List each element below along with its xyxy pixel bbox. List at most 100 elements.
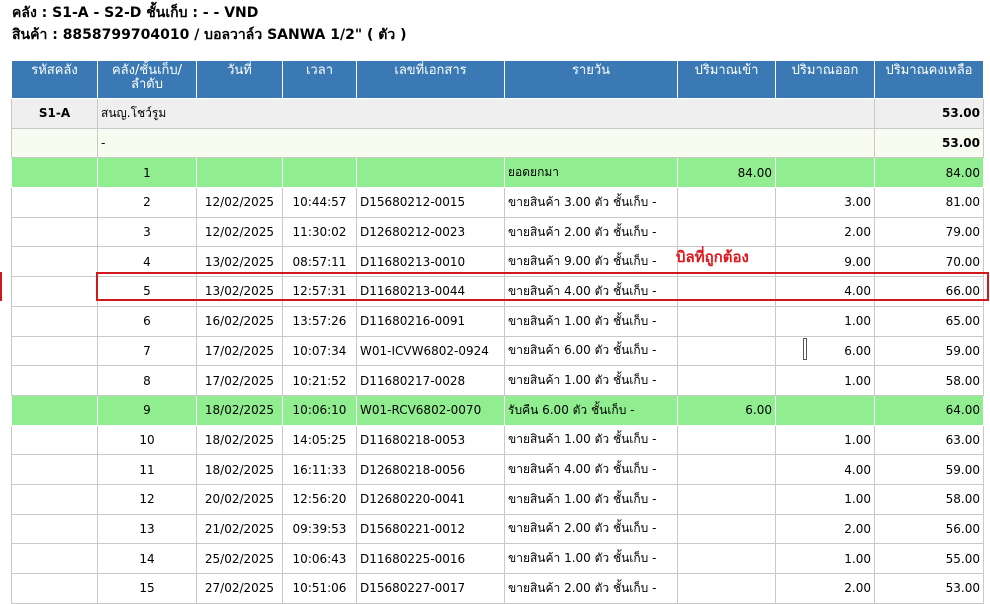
cell-seq: 9 — [97, 394, 197, 426]
subgroup-row: - 53.00 — [11, 127, 984, 159]
correct-bill-annotation: บิลที่ถูกต้อง — [676, 248, 749, 266]
subgroup-label: - — [97, 127, 875, 159]
cell-doc: D15680221-0012 — [356, 513, 505, 545]
col-qty-in[interactable]: ปริมาณเข้า — [677, 60, 776, 99]
cell-in — [677, 543, 776, 574]
table-row[interactable]: 1 ยอดยกมา 84.00 84.00 — [11, 157, 984, 189]
cell-desc: ขายสินค้า 9.00 ตัว ชั้นเก็บ - — [504, 246, 678, 278]
cell-time: 10:06:43 — [282, 543, 357, 574]
table-row[interactable]: 7 17/02/2025 10:07:34 W01-ICVW6802-0924 ขายส… — [11, 335, 984, 367]
cell-in — [677, 335, 776, 367]
warehouse-header: คลัง : S1-A - S2-D ชั้นเก็บ : - - VND — [12, 5, 259, 21]
table-row[interactable]: 4 13/02/2025 08:57:11 D11680213-0010 ขายสินค… — [11, 246, 984, 278]
cell-bal: 59.00 — [874, 335, 984, 367]
cell-date: 18/02/2025 — [196, 424, 283, 456]
cell-out: 2.00 — [775, 513, 875, 545]
cell-bal: 58.00 — [874, 365, 984, 396]
cell-date: 27/02/2025 — [196, 573, 283, 604]
table-row[interactable]: 8 17/02/2025 10:21:52 D11680217-0028 ขายสินค… — [11, 365, 984, 396]
col-time[interactable]: เวลา — [282, 60, 357, 99]
table-row[interactable]: 11 18/02/2025 16:11:33 D12680218-0056 ขายสิน… — [11, 454, 984, 485]
stock-card-table: รหัสคลัง คลัง/ชั้นเก็บ/ ลำดับ วันที่ เวล… — [11, 60, 984, 604]
cell-doc: W01-RCV6802-0070 — [356, 394, 505, 426]
table-row[interactable]: 13 21/02/2025 09:39:53 D15680221-0012 ขายสิน… — [11, 513, 984, 545]
cell-desc: ยอดยกมา — [504, 157, 678, 189]
col-qty-out[interactable]: ปริมาณออก — [775, 60, 875, 99]
cell-doc: D15680212-0015 — [356, 187, 505, 218]
cell-out: 1.00 — [775, 305, 875, 337]
cell-desc: ขายสินค้า 1.00 ตัว ชั้นเก็บ - — [504, 424, 678, 456]
cell-out: 2.00 — [775, 573, 875, 604]
col-warehouse-code[interactable]: รหัสคลัง — [11, 60, 98, 99]
cell-date: 13/02/2025 — [196, 276, 283, 307]
table-row[interactable]: 5 13/02/2025 12:57:31 D11680213-0044 ขายสินค… — [11, 276, 984, 307]
cell-doc: D11680217-0028 — [356, 365, 505, 396]
table-header-row: รหัสคลัง คลัง/ชั้นเก็บ/ ลำดับ วันที่ เวล… — [11, 60, 984, 99]
cell-bal: 56.00 — [874, 513, 984, 545]
subgroup-blank — [11, 127, 98, 159]
cell-in — [677, 424, 776, 456]
cell-bal: 63.00 — [874, 424, 984, 456]
cell-seq: 12 — [97, 483, 197, 515]
cell-blank — [11, 573, 98, 604]
table-row[interactable]: 12 20/02/2025 12:56:20 D12680220-0041 ขายสิน… — [11, 483, 984, 515]
cell-blank — [11, 424, 98, 456]
cell-desc: ขายสินค้า 3.00 ตัว ชั้นเก็บ - — [504, 187, 678, 218]
col-document-no[interactable]: เลขที่เอกสาร — [356, 60, 505, 99]
table-row[interactable]: 10 18/02/2025 14:05:25 D11680218-0053 ขายสิน… — [11, 424, 984, 456]
cell-time: 10:21:52 — [282, 365, 357, 396]
cell-desc: ขายสินค้า 4.00 ตัว ชั้นเก็บ - — [504, 454, 678, 485]
cell-in — [677, 216, 776, 248]
cell-time: 10:51:06 — [282, 573, 357, 604]
cell-desc: ขายสินค้า 1.00 ตัว ชั้นเก็บ - — [504, 543, 678, 574]
cell-in — [677, 573, 776, 604]
cell-blank — [11, 335, 98, 367]
cell-date: 16/02/2025 — [196, 305, 283, 337]
cell-in — [677, 187, 776, 218]
table-row[interactable]: 3 12/02/2025 11:30:02 D12680212-0023 ขายสินค… — [11, 216, 984, 248]
col-daily[interactable]: รายวัน — [504, 60, 678, 99]
cell-in: 84.00 — [677, 157, 776, 189]
group-balance: 53.00 — [874, 98, 984, 129]
cell-seq: 8 — [97, 365, 197, 396]
cell-time: 10:06:10 — [282, 394, 357, 426]
cell-doc: D11680213-0010 — [356, 246, 505, 278]
cell-desc: ขายสินค้า 1.00 ตัว ชั้นเก็บ - — [504, 305, 678, 337]
cell-seq: 6 — [97, 305, 197, 337]
cell-seq: 3 — [97, 216, 197, 248]
cell-bal: 59.00 — [874, 454, 984, 485]
cell-doc: D11680225-0016 — [356, 543, 505, 574]
cell-desc: ขายสินค้า 1.00 ตัว ชั้นเก็บ - — [504, 483, 678, 515]
cell-blank — [11, 483, 98, 515]
text-cursor-icon — [803, 338, 807, 360]
cell-date: 12/02/2025 — [196, 187, 283, 218]
cell-doc: D12680220-0041 — [356, 483, 505, 515]
col-date[interactable]: วันที่ — [196, 60, 283, 99]
cell-out: 4.00 — [775, 454, 875, 485]
cell-time: 12:57:31 — [282, 276, 357, 307]
col-qty-balance[interactable]: ปริมาณคงเหลือ — [874, 60, 984, 99]
cell-seq: 1 — [97, 157, 197, 189]
cell-desc: ขายสินค้า 1.00 ตัว ชั้นเก็บ - — [504, 365, 678, 396]
cell-blank — [11, 276, 98, 307]
cell-time: 14:05:25 — [282, 424, 357, 456]
cell-bal: 81.00 — [874, 187, 984, 218]
cell-date: 18/02/2025 — [196, 454, 283, 485]
table-row[interactable]: 9 18/02/2025 10:06:10 W01-RCV6802-0070 รับคื… — [11, 394, 984, 426]
table-row[interactable]: 6 16/02/2025 13:57:26 D11680216-0091 ขายสินค… — [11, 305, 984, 337]
cell-bal: 53.00 — [874, 573, 984, 604]
cell-out: 2.00 — [775, 216, 875, 248]
cell-bal: 58.00 — [874, 483, 984, 515]
cell-out: 1.00 — [775, 424, 875, 456]
table-row[interactable]: 15 27/02/2025 10:51:06 D15680227-0017 ขายสิน… — [11, 573, 984, 604]
cell-seq: 10 — [97, 424, 197, 456]
cell-in — [677, 483, 776, 515]
group-row: S1-A สนญ.โชว์รูม 53.00 — [11, 98, 984, 129]
cell-desc: รับคืน 6.00 ตัว ชั้นเก็บ - — [504, 394, 678, 426]
row-marker — [0, 272, 2, 301]
col-location-seq[interactable]: คลัง/ชั้นเก็บ/ ลำดับ — [97, 60, 197, 99]
cell-time: 10:44:57 — [282, 187, 357, 218]
table-row[interactable]: 14 25/02/2025 10:06:43 D11680225-0016 ขายสิน… — [11, 543, 984, 574]
table-row[interactable]: 2 12/02/2025 10:44:57 D15680212-0015 ขายสินค… — [11, 187, 984, 218]
cell-seq: 14 — [97, 543, 197, 574]
